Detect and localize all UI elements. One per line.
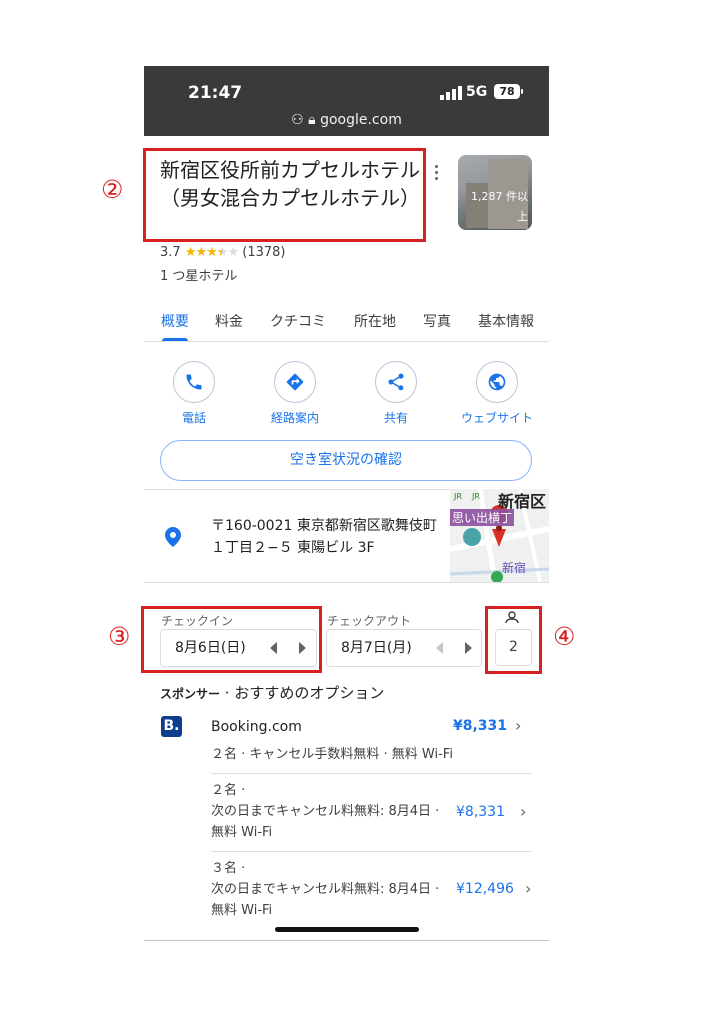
main-offer-details: ２名 · キャンセル手数料無料 · 無料 Wi-Fi [211,747,453,762]
booking-logo: B. [161,716,182,737]
globe-icon [488,373,506,391]
offer-1-guests: ２名 · [211,783,246,798]
network-type: 5G [466,84,488,100]
location-pin-icon [165,527,181,547]
checkout-label: チェックアウト [327,614,412,628]
photo-count: 1,287 件以 上 [458,155,532,230]
offer-divider [211,773,532,774]
offer-2-cancel: 次の日までキャンセル料無料: 8月4日 · [211,882,440,897]
tab-divider [144,341,549,342]
offer-1-cancel: 次の日までキャンセル料無料: 8月4日 · [211,804,440,819]
checkout-field[interactable]: 8月7日(月) [326,629,482,667]
signal-icon [440,86,462,100]
map-thumbnail[interactable]: JR JR 新宿区 思い出横丁 新宿 [450,489,549,582]
checkout-next-icon[interactable] [465,642,472,654]
tab-about[interactable]: 基本情報 [478,311,534,331]
directions-button[interactable] [274,361,316,403]
offer-2-wifi: 無料 Wi-Fi [211,903,273,918]
svg-text:JR: JR [453,492,462,501]
annotation-box-title [143,148,426,242]
directions-label[interactable]: 経路案内 [245,409,345,426]
offer-2-guests: ３名 · [211,861,246,876]
map-label-station: 新宿 [502,561,527,575]
directions-icon [286,373,304,391]
share-label[interactable]: 共有 [346,409,446,426]
star-rating-icon: ★★★★★ [184,245,239,260]
url-text: google.com [320,112,402,128]
annotation-4: ④ [553,622,576,651]
annotation-2: ② [101,175,124,204]
call-label[interactable]: 電話 [144,409,244,426]
sponsored-title: · おすすめのオプション [220,684,385,702]
check-availability-button[interactable]: 空き室状況の確認 [160,440,532,481]
annotation-box-guests [485,606,542,674]
url-bar[interactable]: ⚇ 🔒︎ google.com [144,112,549,128]
chevron-right-icon[interactable]: › [525,879,531,898]
annotation-box-checkin [141,606,322,673]
incognito-icon: ⚇ [291,112,304,128]
offer-1-price[interactable]: ¥8,331 [456,804,505,820]
offer-1-wifi: 無料 Wi-Fi [211,825,273,840]
main-price[interactable]: ¥8,331 [453,718,507,734]
provider-name[interactable]: Booking.com [211,719,302,735]
bottom-divider [144,940,549,941]
website-label[interactable]: ウェブサイト [447,409,547,426]
chevron-right-icon[interactable]: › [520,802,526,821]
lock-icon: 🔒︎ [308,112,316,128]
hotel-photo[interactable]: 1,287 件以 上 [458,155,532,230]
photo-count-line1: 1,287 件以 [471,190,528,203]
tab-prices[interactable]: 料金 [215,311,243,331]
photo-count-line2: 上 [517,210,528,223]
sponsored-heading: スポンサー · おすすめのオプション [160,682,384,703]
status-time: 21:47 [188,83,243,103]
status-bar: 21:47 5G 78 ⚇ 🔒︎ google.com [144,66,549,136]
checkout-value: 8月7日(月) [341,640,412,656]
map-label-place: 思い出横丁 [450,509,515,526]
tab-overview[interactable]: 概要 [161,311,189,331]
review-count: (1378) [242,245,286,260]
rating-value: 3.7 [160,245,181,260]
sponsored-prefix: スポンサー [160,687,221,701]
chevron-right-icon[interactable]: › [515,716,521,735]
hotel-class: 1 つ星ホテル [160,269,238,284]
call-button[interactable] [173,361,215,403]
tab-photos[interactable]: 写真 [423,311,451,331]
address-line-1: 〒160-0021 東京都新宿区歌舞伎町 [211,518,437,534]
battery-icon: 78 [494,84,520,99]
address-line-2: １丁目２−５ 東陽ビル 3F [211,540,375,556]
checkout-prev-icon[interactable] [436,642,443,654]
tab-reviews[interactable]: クチコミ [270,311,326,331]
offer-2-price[interactable]: ¥12,496 [456,881,514,897]
annotation-3: ③ [108,622,131,651]
offer-1[interactable]: ２名 · 次の日までキャンセル料無料: 8月4日 · 無料 Wi-Fi [211,780,439,843]
share-icon [388,373,404,391]
website-button[interactable] [476,361,518,403]
divider [144,582,549,583]
svg-text:JR: JR [471,492,480,501]
rating-row[interactable]: 3.7 ★★★★★ (1378) [160,245,285,260]
offer-2[interactable]: ３名 · 次の日までキャンセル料無料: 8月4日 · 無料 Wi-Fi [211,858,439,921]
home-indicator[interactable] [275,927,419,932]
offer-divider [211,851,532,852]
share-button[interactable] [375,361,417,403]
phone-icon [186,374,202,390]
battery-tip [521,89,523,94]
address-text[interactable]: 〒160-0021 東京都新宿区歌舞伎町 １丁目２−５ 東陽ビル 3F [211,515,446,559]
more-options-icon[interactable] [434,165,440,183]
tab-location[interactable]: 所在地 [354,311,396,331]
